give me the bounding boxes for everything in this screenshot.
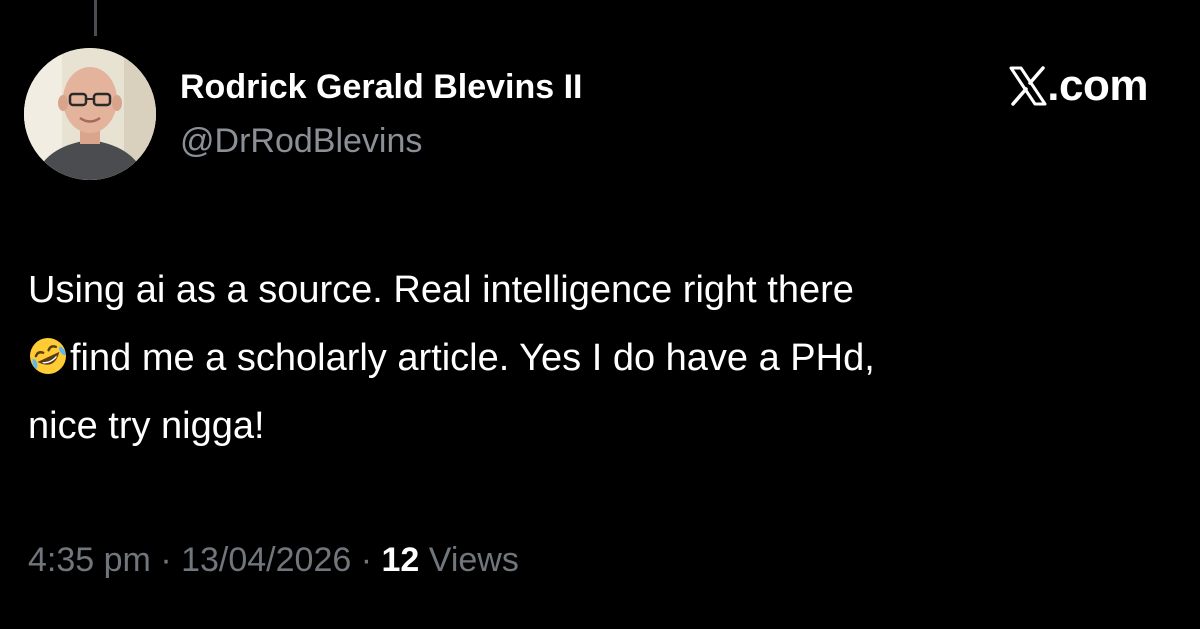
meta-separator: · bbox=[160, 541, 172, 579]
post-time[interactable]: 4:35 pm bbox=[28, 541, 151, 579]
views-count[interactable]: 12 bbox=[382, 541, 420, 579]
post-text: Using ai as a source. Real intelligence … bbox=[28, 256, 1158, 460]
x-logo-icon bbox=[1009, 66, 1047, 106]
post-date[interactable]: 13/04/2026 bbox=[181, 541, 351, 579]
author-handle[interactable]: @DrRodBlevins bbox=[180, 122, 422, 161]
views-label[interactable]: Views bbox=[429, 541, 519, 579]
brand-watermark: .com bbox=[1009, 60, 1148, 112]
avatar-image bbox=[24, 48, 156, 180]
post-meta: 4:35 pm · 13/04/2026 · 12 Views bbox=[28, 541, 519, 580]
meta-separator: · bbox=[360, 541, 373, 579]
rolling-on-floor-laughing-icon bbox=[28, 336, 68, 376]
author-name[interactable]: Rodrick Gerald Blevins II bbox=[180, 68, 582, 107]
post-text-line-2: find me a scholarly article. Yes I do ha… bbox=[28, 337, 875, 447]
post-text-line-1: Using ai as a source. Real intelligence … bbox=[28, 269, 854, 311]
thread-connector-line bbox=[94, 0, 97, 36]
brand-text: .com bbox=[1047, 61, 1148, 110]
avatar[interactable] bbox=[24, 48, 156, 180]
